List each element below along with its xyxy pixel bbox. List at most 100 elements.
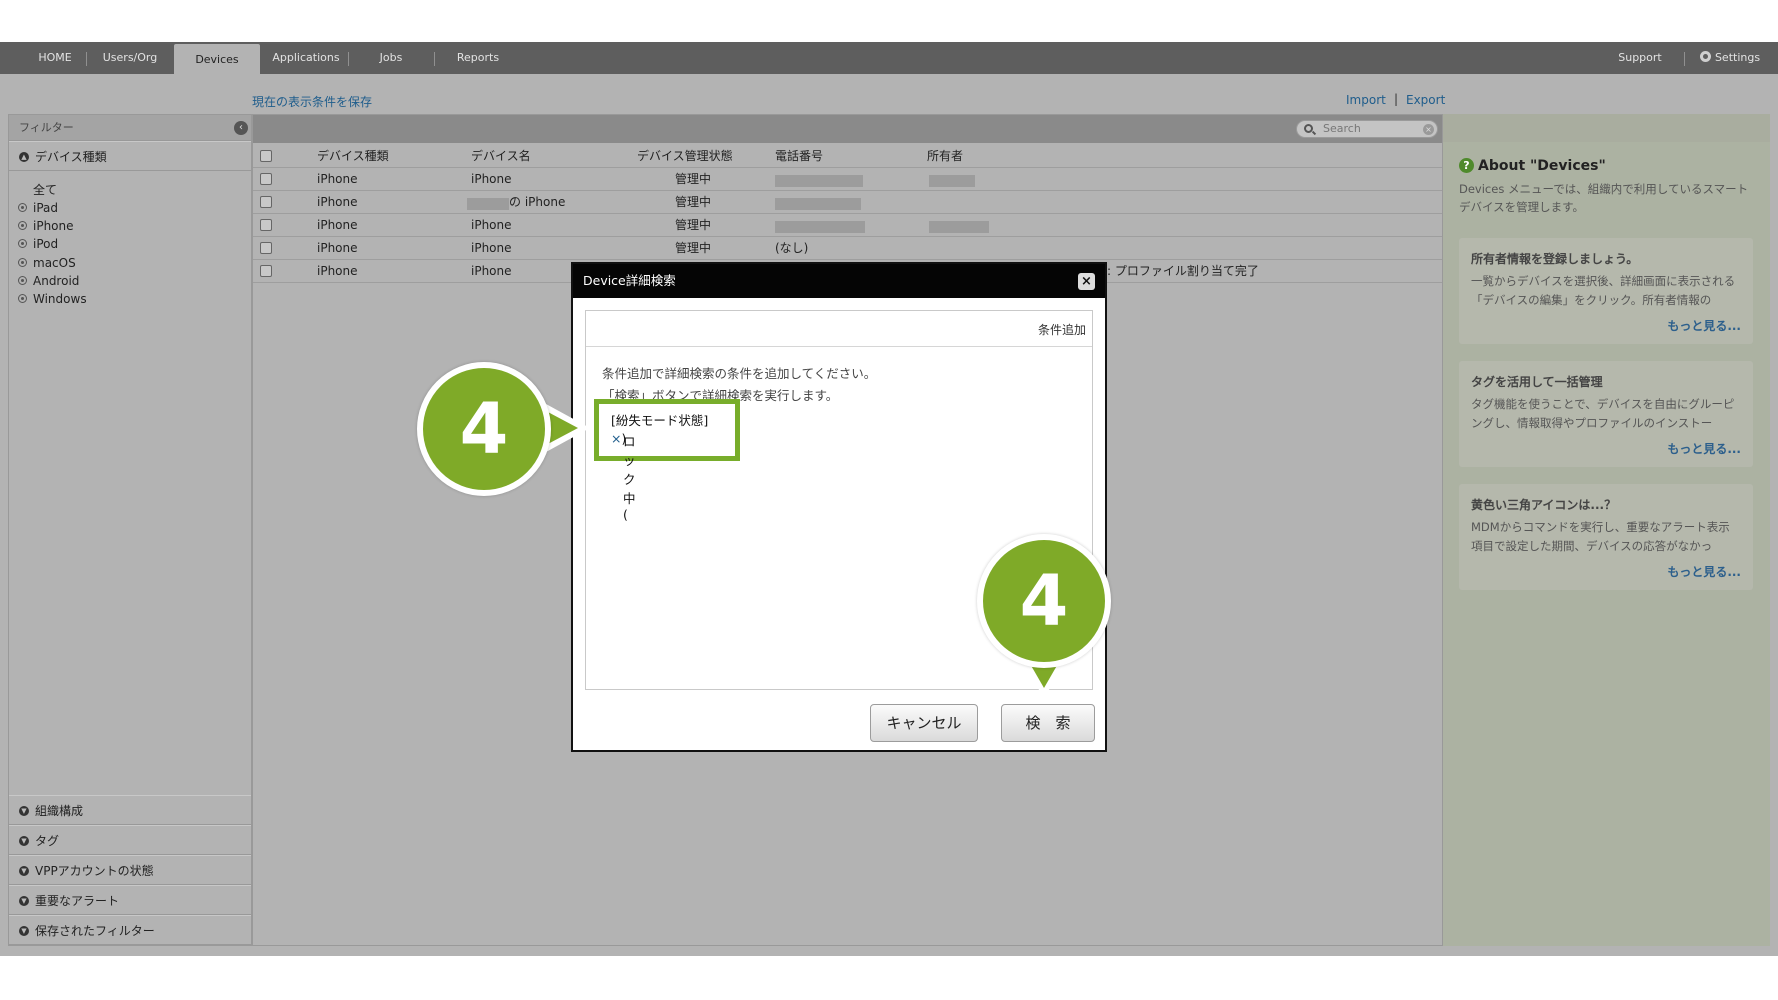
cell-type: iPhone [317, 218, 358, 232]
redacted-phone [775, 175, 863, 187]
cell-name: iPhone [471, 172, 512, 186]
tip-body: タグ機能を使うことで、デバイスを自由にグルーピングし、情報取得やプロファイルのイ… [1471, 397, 1735, 430]
cell-name: iPhone [471, 264, 512, 278]
table-row[interactable]: iPhone iPhone 管理中 [253, 168, 1442, 191]
filter-header: フィルター ‹ [9, 115, 251, 141]
section-saved-filters[interactable]: ▼ 保存されたフィルター [9, 915, 251, 945]
remove-condition-link[interactable]: × [611, 431, 621, 446]
import-link[interactable]: Import [1346, 93, 1386, 107]
column-header[interactable]: デバイス名 [471, 145, 531, 168]
filter-option-ipod[interactable]: iPod [18, 235, 59, 253]
section-vpp[interactable]: ▼ VPPアカウントの状態 [9, 855, 251, 885]
cell-type: iPhone [317, 195, 358, 209]
radio-icon [18, 239, 27, 248]
about-panel: ? About "Devices" Devices メニューでは、組織内で利用して… [1443, 114, 1770, 946]
more-link[interactable]: もっと見る... [1667, 440, 1741, 457]
filter-option-all[interactable]: 全て [33, 181, 57, 199]
tip-card: タグを活用して一括管理 タグ機能を使うことで、デバイスを自由にグルーピングし、情… [1459, 361, 1753, 467]
filter-option-macos[interactable]: macOS [18, 254, 76, 272]
table-row[interactable]: iPhone iPhone 管理中 [253, 214, 1442, 237]
condition-toolbar: 条件追加 [586, 311, 1092, 347]
close-icon[interactable]: × [1078, 273, 1095, 290]
tip-body: MDMからコマンドを実行し、重要なアラート表示項目で設定した期間、デバイスの応答… [1471, 520, 1730, 553]
tab-users-org[interactable]: Users/Org [92, 42, 168, 74]
search-input[interactable]: Search × [1296, 120, 1438, 138]
support-link[interactable]: Support [1610, 42, 1670, 74]
tab-applications[interactable]: Applications [266, 42, 346, 74]
table-row[interactable]: iPhone iPhone 管理中 (なし) [253, 237, 1442, 260]
add-condition-button[interactable]: 条件追加 [1038, 321, 1086, 338]
row-checkbox[interactable] [260, 265, 272, 277]
option-label: iPad [33, 201, 59, 215]
redacted-owner [929, 221, 989, 233]
row-checkbox[interactable] [260, 173, 272, 185]
column-header[interactable]: デバイス管理状態 [637, 145, 733, 168]
row-checkbox[interactable] [260, 219, 272, 231]
section-device-type[interactable]: ▲ デバイス種類 [9, 141, 251, 171]
tab-home[interactable]: HOME [22, 42, 88, 74]
section-label: 保存されたフィルター [35, 924, 155, 938]
cell-name: iPhone [471, 218, 512, 232]
column-header[interactable]: 所有者 [927, 145, 963, 168]
help-icon: ? [1459, 158, 1474, 173]
dialog-title: Device詳細検索 [583, 273, 676, 288]
radio-icon [18, 203, 27, 212]
search-placeholder: Search [1323, 122, 1361, 135]
collapse-icon[interactable]: ‹ [234, 121, 248, 135]
filter-option-ipad[interactable]: iPad [18, 199, 59, 217]
step-4-callout: 4 [977, 534, 1111, 668]
section-label: VPPアカウントの状態 [35, 864, 154, 878]
column-header[interactable]: 電話番号 [775, 145, 823, 168]
search-button[interactable]: 検 索 [1001, 704, 1095, 742]
select-all-checkbox[interactable] [260, 150, 272, 162]
table-row[interactable]: iPhone の iPhone 管理中 [253, 191, 1442, 214]
tip-body: 一覧からデバイスを選択後、詳細画面に表示される「デバイスの編集」をクリック。所有… [1471, 274, 1736, 307]
filter-option-iphone[interactable]: iPhone [18, 217, 74, 235]
condition-item: [紛失モード状態] ロック中 (×) [594, 399, 740, 522]
tab-devices[interactable]: Devices [174, 44, 260, 76]
chevron-up-icon: ▲ [19, 152, 29, 162]
cell-state: 管理中 [675, 172, 712, 186]
condition-value-text: ロック中 ( [623, 434, 636, 522]
cell-phone: (なし) [775, 241, 809, 255]
section-org[interactable]: ▼ 組織構成 [9, 795, 251, 825]
section-alerts[interactable]: ▼ 重要なアラート [9, 885, 251, 915]
list-toolbar: Search × [253, 115, 1442, 143]
filter-option-android[interactable]: Android [18, 272, 79, 290]
settings-label: Settings [1714, 51, 1761, 64]
gear-icon [1699, 51, 1711, 62]
cell-state: 管理中 [675, 218, 712, 232]
option-label: iPhone [33, 219, 74, 233]
clear-icon[interactable]: × [1423, 124, 1434, 135]
instruction-text: 条件追加で詳細検索の条件を追加してください。 [602, 366, 877, 381]
tab-jobs[interactable]: Jobs [360, 42, 422, 74]
tab-separator [1684, 52, 1685, 66]
radio-icon [18, 258, 27, 267]
more-link[interactable]: もっと見る... [1667, 317, 1741, 334]
cell-type: iPhone [317, 264, 358, 278]
radio-icon [18, 294, 27, 303]
cell-state: 管理中 [675, 195, 712, 209]
row-checkbox[interactable] [260, 196, 272, 208]
filter-panel: フィルター ‹ ▲ デバイス種類 全て iPad iPhone iPod mac… [8, 114, 252, 946]
export-link[interactable]: Export [1406, 93, 1445, 107]
cell-profile-status: : プロファイル割り当て完了 [1107, 264, 1259, 278]
about-title: ? About "Devices" [1459, 158, 1606, 174]
tip-title: 所有者情報を登録しましょう。 [1471, 252, 1639, 266]
cancel-button[interactable]: キャンセル [870, 704, 978, 742]
cell-type: iPhone [317, 172, 358, 186]
tab-reports[interactable]: Reports [446, 42, 510, 74]
filter-option-windows[interactable]: Windows [18, 290, 87, 308]
section-tags[interactable]: ▼ タグ [9, 825, 251, 855]
radio-icon [18, 221, 27, 230]
section-label: タグ [35, 834, 60, 848]
chevron-down-icon: ▼ [19, 836, 29, 846]
tab-separator [434, 52, 435, 66]
more-link[interactable]: もっと見る... [1667, 563, 1741, 580]
row-checkbox[interactable] [260, 242, 272, 254]
option-label: iPod [33, 237, 59, 251]
column-header[interactable]: デバイス種類 [317, 145, 389, 168]
settings-link[interactable]: Settings [1694, 42, 1766, 74]
save-view-link[interactable]: 現在の表示条件を保存 [252, 93, 372, 110]
tip-title: 黄色い三角アイコンは...？ [1471, 498, 1617, 512]
